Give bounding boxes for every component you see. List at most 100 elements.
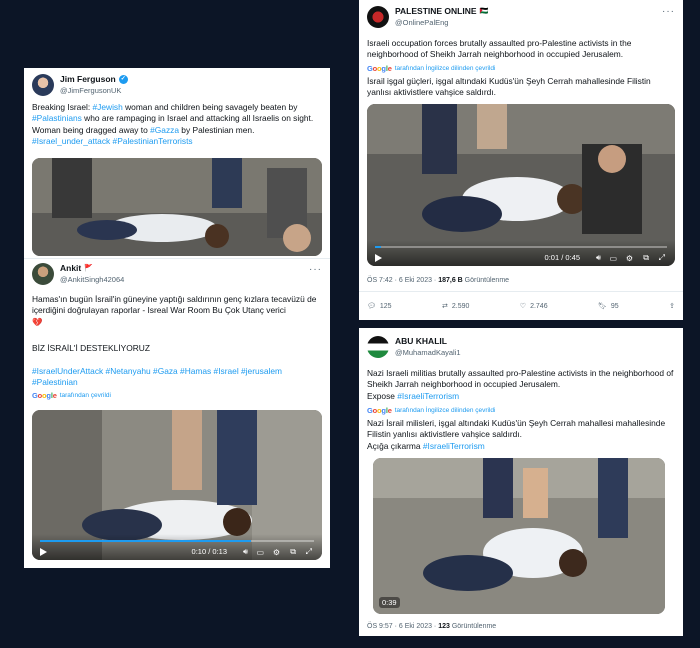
author-handle[interactable]: @MuhamadKayali1: [395, 347, 461, 358]
captions-icon[interactable]: ▭: [609, 254, 617, 263]
bookmark-icon: 🔖︎: [598, 303, 607, 310]
tweet-header: PALESTINE ONLINE 🇵🇸 @OnlinePalEng: [367, 6, 488, 28]
broken-heart-icon: 💔: [32, 316, 43, 327]
tweet-card-abu-khalil: ABU KHALIL @MuhamadKayali1 Nazi Israeli …: [359, 328, 683, 636]
reply-icon: 💬︎: [367, 303, 376, 310]
translation-note[interactable]: Google tarafından İngilizce dilinden çev…: [367, 64, 496, 73]
video-frame: [373, 458, 665, 614]
divider: [24, 258, 330, 259]
expose-label-translated: Açığa çıkarma: [367, 440, 423, 451]
view-label: Görüntülenme: [449, 623, 497, 630]
fullscreen-icon[interactable]: ⤢: [306, 547, 312, 557]
tweet-card-ankit: Ankit 🚩 @AnkitSingh42064 ··· Hamas'ın bu…: [24, 258, 330, 568]
author-handle[interactable]: @AnkitSingh42064: [60, 274, 124, 285]
tweet-timestamp[interactable]: ÖS 9:57 · 6 Eki 2023 ·: [367, 623, 438, 630]
hashtag-link[interactable]: #Israel_under_attack #PalestinianTerrori…: [32, 136, 193, 146]
tweet-body: Nazi Israeli militias brutally assaulted…: [367, 368, 674, 390]
hashtag-link[interactable]: #Jewish: [93, 102, 123, 112]
tweet-text: Hamas'ın bugün İsrail'in güneyine yaptığ…: [32, 294, 322, 328]
settings-icon[interactable]: ⚙: [273, 548, 280, 557]
video-controls: 0:01 / 0:45 🔊︎ ▭ ⚙ ⧉ ⤢: [367, 240, 675, 266]
avatar[interactable]: [32, 74, 54, 96]
author-name[interactable]: PALESTINE ONLINE: [395, 6, 477, 17]
more-options-icon[interactable]: ···: [662, 6, 675, 17]
play-icon[interactable]: [40, 548, 47, 556]
video-time: 0:01 / 0:45: [544, 253, 580, 262]
tweet-header: Ankit 🚩 @AnkitSingh42064: [32, 263, 124, 285]
action-bar: 💬︎ 125 ⇄ 2.590 ♡ 2.746 🔖︎ 95 ⇪: [367, 302, 675, 311]
tweet-meta: ÖS 7:42 · 6 Eki 2023 · 187,6 B Görüntüle…: [367, 277, 509, 284]
bookmark-button[interactable]: 🔖︎ 95: [598, 302, 619, 311]
author-name[interactable]: ABU KHALIL: [395, 336, 447, 347]
share-button[interactable]: ⇪: [669, 302, 675, 310]
picture-in-picture-icon[interactable]: ⧉: [290, 547, 296, 557]
author-handle[interactable]: @JimFergusonUK: [60, 85, 128, 96]
reply-button[interactable]: 💬︎ 125: [367, 302, 392, 311]
tweet-body: Hamas'ın bugün İsrail'in güneyine yaptığ…: [32, 294, 317, 316]
translation-label: tarafından İngilizce dilinden çevrildi: [394, 407, 496, 414]
hashtag-link[interactable]: #Gazza: [150, 125, 179, 135]
tweet-image[interactable]: [32, 158, 322, 256]
expose-label: Expose: [367, 390, 398, 401]
author-name[interactable]: Jim Ferguson: [60, 74, 116, 85]
tweet-text-segment: Breaking Israel:: [32, 102, 93, 112]
tweet-text: Nazi Israeli militias brutally assaulted…: [367, 368, 675, 402]
hashtag-link[interactable]: #IsraeliTerrorism: [397, 391, 459, 401]
translated-text: Nazi İsrail milisleri, işgal altındaki K…: [367, 418, 675, 452]
palestine-flag-icon: 🇵🇸: [479, 8, 489, 15]
translation-label: tarafından çevrildi: [59, 392, 111, 399]
translation-note[interactable]: Google tarafından İngilizce dilinden çev…: [367, 406, 496, 415]
reply-count: 125: [379, 302, 392, 310]
picture-in-picture-icon[interactable]: ⧉: [643, 253, 649, 263]
tweet-text-segment: by Palestinian men.: [178, 124, 255, 135]
like-count: 2.746: [530, 302, 548, 310]
play-icon[interactable]: [375, 254, 382, 262]
retweet-icon: ⇄: [441, 303, 448, 310]
settings-icon[interactable]: ⚙: [626, 254, 633, 263]
avatar[interactable]: [32, 263, 54, 285]
tweet-header: ABU KHALIL @MuhamadKayali1: [367, 336, 461, 358]
view-label: Görüntülenme: [462, 277, 510, 284]
tweet-line-2: BİZ İSRAİL'İ DESTEKLİYORUZ: [32, 343, 150, 353]
translated-body: Nazi İsrail milisleri, işgal altındaki K…: [367, 418, 666, 440]
tweet-text: Breaking Israel: #Jewish woman and child…: [32, 102, 322, 148]
tweet-text-segment: woman and children being savagely beaten…: [122, 102, 298, 112]
heart-icon: ♡: [519, 303, 527, 310]
volume-icon[interactable]: 🔊︎: [243, 547, 248, 557]
verified-badge-icon: ✓: [118, 75, 128, 84]
hashtag-link[interactable]: #Palastinians: [32, 113, 82, 123]
video-progress-bar[interactable]: [40, 540, 314, 542]
tweet-text: Israeli occupation forces brutally assau…: [367, 38, 632, 60]
author-name[interactable]: Ankit: [60, 263, 81, 274]
volume-icon[interactable]: 🔊︎: [596, 253, 601, 263]
translation-label: tarafından İngilizce dilinden çevrildi: [394, 65, 496, 72]
hashtag-link[interactable]: #IsraeliTerrorism: [423, 441, 485, 451]
share-icon: ⇪: [669, 303, 675, 310]
avatar[interactable]: [367, 6, 389, 28]
flag-emoji-icon: 🚩: [84, 265, 93, 272]
tweet-video[interactable]: 0:39: [373, 458, 665, 614]
video-time: 0:10 / 0:13: [191, 547, 227, 556]
google-logo: Google: [32, 391, 57, 400]
author-handle[interactable]: @OnlinePalEng: [395, 17, 488, 28]
tweet-card-jim-ferguson: Jim Ferguson ✓ @JimFergusonUK Breaking I…: [24, 68, 330, 264]
tweet-hashtags[interactable]: #IsraelUnderAttack #Netanyahu #Gaza #Ham…: [32, 366, 322, 389]
tweet-card-palestine-online: PALESTINE ONLINE 🇵🇸 @OnlinePalEng ··· Is…: [359, 0, 683, 320]
more-options-icon[interactable]: ···: [309, 264, 322, 275]
fullscreen-icon[interactable]: ⤢: [659, 253, 665, 263]
tweet-header: Jim Ferguson ✓ @JimFergusonUK: [32, 74, 128, 96]
divider: [359, 291, 683, 292]
video-progress-bar[interactable]: [375, 246, 667, 248]
captions-icon[interactable]: ▭: [256, 548, 264, 557]
tweet-video[interactable]: 0:01 / 0:45 🔊︎ ▭ ⚙ ⧉ ⤢: [367, 104, 675, 266]
google-logo: Google: [367, 406, 392, 415]
retweet-button[interactable]: ⇄ 2.590: [441, 302, 469, 311]
translation-note[interactable]: Google tarafından çevrildi: [32, 391, 111, 400]
view-count: 187,6 B: [438, 277, 463, 284]
view-count: 123: [438, 623, 450, 630]
avatar[interactable]: [367, 336, 389, 358]
like-button[interactable]: ♡ 2.746: [519, 302, 548, 311]
tweet-timestamp[interactable]: ÖS 7:42 · 6 Eki 2023 ·: [367, 277, 438, 284]
scene-image: [32, 158, 322, 256]
tweet-video[interactable]: 0:10 / 0:13 🔊︎ ▭ ⚙ ⧉ ⤢: [32, 410, 322, 560]
